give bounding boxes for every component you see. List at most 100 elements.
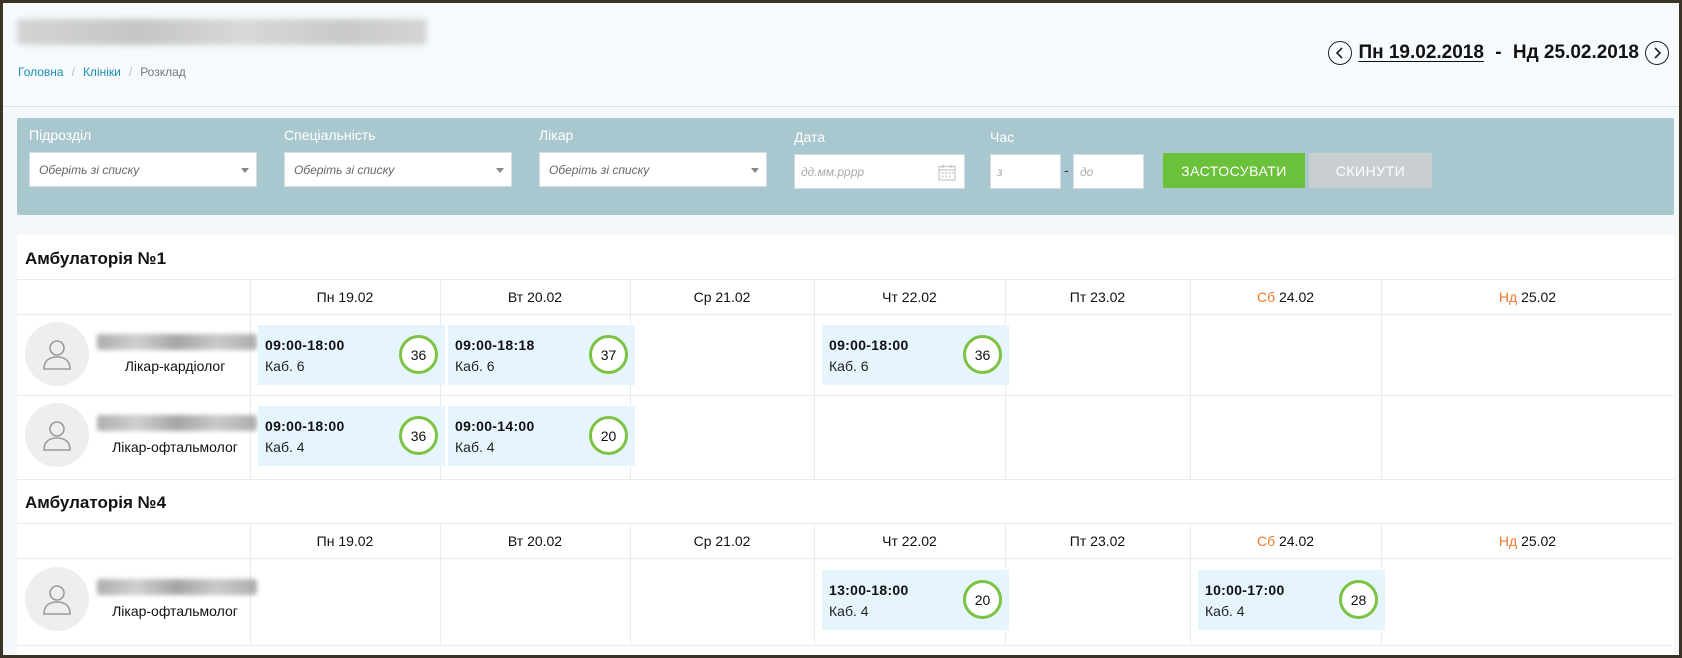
doctor-select[interactable]: Оберіть зі списку [539,152,767,187]
caret-down-icon [751,168,759,173]
schedule-slot[interactable]: 09:00-14:00 Каб. 4 20 [448,406,635,466]
apply-button[interactable]: ЗАСТОСУВАТИ [1163,153,1305,188]
time-label: Час [990,129,1015,145]
day-abbr: Сб [1256,533,1276,549]
day-column-header: Нд 25.02 [1381,289,1674,305]
filter-panel: Підрозділ Оберіть зі списку Спеціальніст… [17,118,1674,215]
day-column-header: Чт 22.02 [814,533,1005,549]
specialty-label: Спеціальність [284,127,376,143]
doctor-placeholder: Оберіть зі списку [549,162,650,177]
slot-appointment-count: 36 [399,335,438,374]
avatar [25,567,89,631]
doctor-info: Лікар-офтальмолог [25,403,257,469]
grid-line [17,558,1674,559]
day-column-header: Сб 24.02 [1190,289,1381,305]
grid-line [17,279,1674,280]
avatar [25,403,89,467]
grid-line [17,645,1674,646]
schedule-slot[interactable]: 09:00-18:18 Каб. 6 37 [448,325,635,385]
day-column-header: Пн 19.02 [250,289,440,305]
schedule-slot[interactable]: 09:00-18:00 Каб. 6 36 [258,325,445,385]
doctor-specialty: Лікар-офтальмолог [112,439,238,455]
doctor-name-redacted [97,415,257,431]
calendar-icon[interactable] [938,164,956,181]
slot-room: Каб. 6 [455,358,495,374]
slot-appointment-count: 36 [399,416,438,455]
day-column-header: Пн 19.02 [250,533,440,549]
doctor-specialty: Лікар-офтальмолог [112,603,238,619]
grid-line [17,395,1674,396]
slot-time: 13:00-18:00 [829,582,909,598]
time-to-input[interactable]: до [1073,154,1144,189]
slot-appointment-count: 28 [1339,580,1378,619]
grid-line [814,279,815,479]
week-end-date: Нд 25.02.2018 [1512,42,1639,63]
slot-room: Каб. 4 [1205,603,1245,619]
date-label: Дата [794,129,826,145]
time-from-placeholder: з [997,164,1003,179]
day-column-header: Чт 22.02 [814,289,1005,305]
schedule-slot[interactable]: 09:00-18:00 Каб. 4 36 [258,406,445,466]
slot-room: Каб. 4 [455,439,495,455]
doctor-name-redacted [97,334,257,350]
specialty-placeholder: Оберіть зі списку [294,162,395,177]
day-abbr: Чт [882,289,898,305]
day-abbr: Пт [1069,289,1087,305]
grid-line [1381,279,1382,479]
day-column-header: Ср 21.02 [630,289,814,305]
day-date: 25.02 [1521,533,1557,549]
week-start-date[interactable]: Пн 19.02.2018 [1358,42,1484,64]
day-abbr: Нд [1498,533,1518,549]
caret-down-icon [496,168,504,173]
prev-week-button[interactable] [1328,41,1353,65]
week-range-separator: - [1489,42,1507,63]
day-column-header: Нд 25.02 [1381,533,1674,549]
breadcrumb-home-link[interactable]: Головна [18,65,64,79]
clinic-title: Амбулаторія №1 [25,249,167,268]
schedule-slot[interactable]: 09:00-18:00 Каб. 6 36 [822,325,1009,385]
doctor-label: Лікар [539,127,574,143]
chevron-left-icon [1336,47,1344,59]
department-select[interactable]: Оберіть зі списку [29,152,257,187]
day-abbr: Чт [882,533,898,549]
slot-time: 09:00-18:00 [829,337,909,353]
chevron-right-icon [1654,47,1662,59]
week-navigator: Пн 19.02.2018 - Нд 25.02.2018 [1328,41,1669,65]
reset-button[interactable]: СКИНУТИ [1309,153,1432,188]
specialty-select[interactable]: Оберіть зі списку [284,152,512,187]
time-from-input[interactable]: з [990,154,1061,189]
date-input[interactable]: дд.мм.рррр [794,154,965,189]
day-date: 23.02 [1090,533,1126,549]
schedule-slot[interactable]: 10:00-17:00 Каб. 4 28 [1198,570,1385,630]
next-week-button[interactable] [1645,41,1669,65]
app-frame: Головна / Клініки / Розклад Пн 19.02.201… [0,0,1682,658]
schedule-slot[interactable]: 13:00-18:00 Каб. 4 20 [822,570,1009,630]
breadcrumb-current: Розклад [140,65,186,79]
doctor-name-redacted [97,579,257,595]
slot-room: Каб. 4 [829,603,869,619]
user-icon [43,340,71,370]
slot-time: 09:00-18:18 [455,337,535,353]
day-date: 23.02 [1090,289,1126,305]
slot-appointment-count: 37 [589,335,628,374]
day-abbr: Вт [507,289,524,305]
schedule-table: Амбулаторія №1 Пн 19.02 Вт 20.02 Ср 21.02 Чт… [17,235,1674,655]
clinic-title: Амбулаторія №4 [25,493,167,512]
day-abbr: Нд [1498,289,1518,305]
slot-time: 09:00-14:00 [455,418,535,434]
slot-room: Каб. 6 [265,358,305,374]
avatar [25,322,89,386]
caret-down-icon [241,168,249,173]
slot-time: 09:00-18:00 [265,337,345,353]
grid-line [1190,279,1191,479]
breadcrumb-clinics-link[interactable]: Клініки [83,65,121,79]
page-header: Головна / Клініки / Розклад Пн 19.02.201… [3,3,1679,107]
department-label: Підрозділ [29,127,92,143]
doctor-info: Лікар-кардіолог [25,322,257,388]
user-icon [43,585,71,615]
doctor-specialty: Лікар-кардіолог [124,358,226,374]
day-date: 25.02 [1521,289,1557,305]
day-abbr: Ср [693,533,712,549]
page-title-redacted [17,19,427,45]
day-column-header: Вт 20.02 [440,533,630,549]
